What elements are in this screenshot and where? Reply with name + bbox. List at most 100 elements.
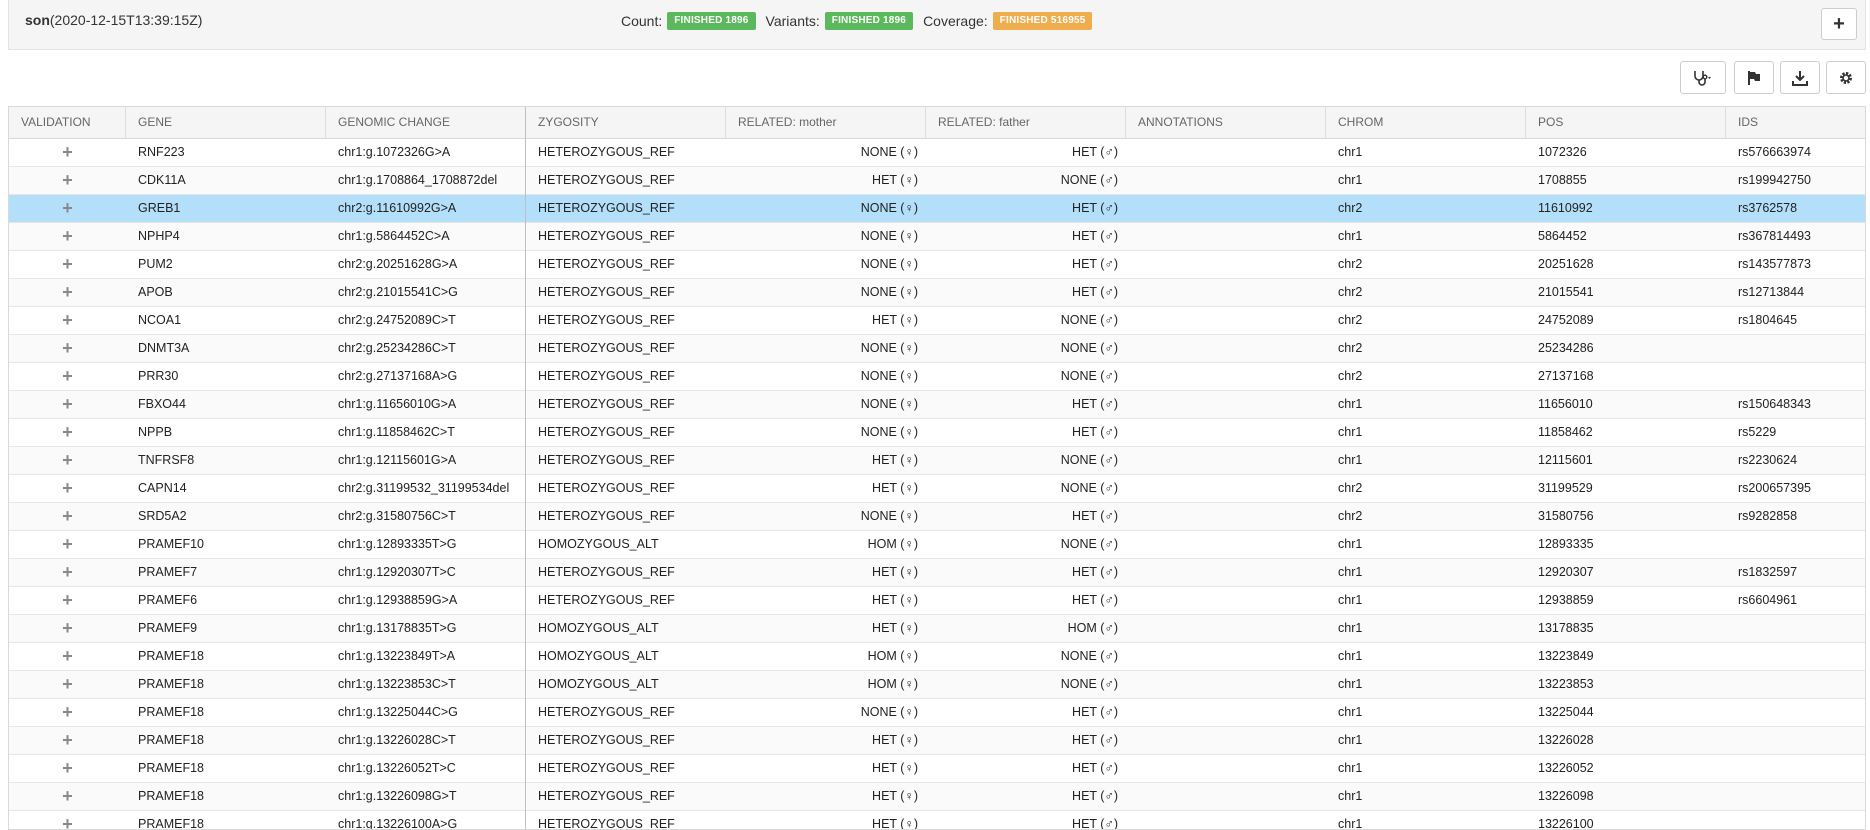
expand-row-icon[interactable]: +: [9, 587, 126, 614]
expand-row-icon[interactable]: +: [9, 755, 126, 782]
table-row[interactable]: + CDK11A chr1:g.1708864_1708872del HETEROZY…: [9, 167, 1865, 195]
column-header-zygosity[interactable]: ZYGOSITY: [526, 107, 726, 138]
expand-row-icon[interactable]: +: [9, 307, 126, 334]
column-header-pos[interactable]: POS: [1526, 107, 1726, 138]
expand-row-icon[interactable]: +: [9, 503, 126, 530]
table-row[interactable]: + PRR30 chr2:g.27137168A>G HETEROZYGOUS_REF…: [9, 363, 1865, 391]
table-row[interactable]: + PRAMEF7 chr1:g.12920307T>C HETEROZYGOUS_R…: [9, 559, 1865, 587]
expand-row-icon[interactable]: +: [9, 335, 126, 362]
expand-row-icon[interactable]: +: [9, 419, 126, 446]
settings-button[interactable]: [1826, 61, 1866, 94]
table-row[interactable]: + PRAMEF18 chr1:g.13226100A>G HETEROZYGOUS_…: [9, 811, 1865, 830]
expand-row-icon[interactable]: +: [9, 531, 126, 558]
table-row[interactable]: + APOB chr2:g.21015541C>G HETEROZYGOUS_REF N…: [9, 279, 1865, 307]
cell-zygosity: HETEROZYGOUS_REF: [538, 565, 675, 579]
table-row[interactable]: + FBXO44 chr1:g.11656010G>A HETEROZYGOUS_RE…: [9, 391, 1865, 419]
cell-chrom: chr1: [1338, 733, 1363, 747]
flag-button[interactable]: [1734, 61, 1774, 94]
column-header-ids[interactable]: IDS: [1726, 107, 1865, 138]
table-row[interactable]: + PRAMEF6 chr1:g.12938859G>A HETEROZYGOUS_R…: [9, 587, 1865, 615]
cell-ids: rs200657395: [1738, 481, 1811, 495]
table-row[interactable]: + PRAMEF18 chr1:g.13226052T>C HETEROZYGOUS_…: [9, 755, 1865, 783]
table-row[interactable]: + PRAMEF18 chr1:g.13226028C>T HETEROZYGOUS_…: [9, 727, 1865, 755]
expand-row-icon[interactable]: +: [9, 699, 126, 726]
column-header-annotations[interactable]: ANNOTATIONS: [1126, 107, 1326, 138]
expand-row-icon[interactable]: +: [9, 559, 126, 586]
table-row[interactable]: + PRAMEF18 chr1:g.13225044C>G HETEROZYGOUS_…: [9, 699, 1865, 727]
stethoscope-dropdown-button[interactable]: [1680, 61, 1726, 94]
cell-related-mother: HET (♀): [872, 761, 918, 775]
cell-genomic-change: chr2:g.31199532_31199534del: [338, 481, 510, 495]
cell-gene: SRD5A2: [138, 509, 187, 523]
expand-row-icon[interactable]: +: [9, 727, 126, 754]
expand-row-icon[interactable]: +: [9, 671, 126, 698]
variants-table: VALIDATION GENE GENOMIC CHANGE ZYGOSITY …: [8, 106, 1866, 830]
expand-row-icon[interactable]: +: [9, 783, 126, 810]
column-header-related-father[interactable]: RELATED: father: [926, 107, 1126, 138]
cell-annotations: [1126, 391, 1326, 418]
table-row[interactable]: + NPHP4 chr1:g.5864452C>A HETEROZYGOUS_REF N…: [9, 223, 1865, 251]
column-header-related-mother[interactable]: RELATED: mother: [726, 107, 926, 138]
cell-related-mother: NONE (♀): [860, 397, 918, 411]
table-row[interactable]: + TNFRSF8 chr1:g.12115601G>A HETEROZYGOUS_R…: [9, 447, 1865, 475]
cell-chrom: chr1: [1338, 677, 1363, 691]
column-header-chrom[interactable]: CHROM: [1326, 107, 1526, 138]
cell-gene: PRAMEF18: [138, 761, 204, 775]
cell-related-father: HET (♂): [1072, 705, 1118, 719]
cell-genomic-change: chr1:g.11858462C>T: [338, 425, 455, 439]
column-header-genomic-change[interactable]: GENOMIC CHANGE: [326, 107, 526, 138]
expand-row-icon[interactable]: +: [9, 615, 126, 642]
table-row[interactable]: + PRAMEF18 chr1:g.13226098G>T HETEROZYGOUS_…: [9, 783, 1865, 811]
expand-row-icon[interactable]: +: [9, 475, 126, 502]
table-row[interactable]: + NPPB chr1:g.11858462C>T HETEROZYGOUS_REF N…: [9, 419, 1865, 447]
cell-related-father: HET (♂): [1072, 733, 1118, 747]
column-header-validation[interactable]: VALIDATION: [9, 107, 126, 138]
cell-annotations: [1126, 363, 1326, 390]
cell-related-mother: HET (♀): [872, 817, 918, 830]
cell-chrom: chr2: [1338, 313, 1363, 327]
table-row[interactable]: + PRAMEF18 chr1:g.13223849T>A HOMOZYGOUS_AL…: [9, 643, 1865, 671]
table-row[interactable]: + PRAMEF10 chr1:g.12893335T>G HOMOZYGOUS_AL…: [9, 531, 1865, 559]
expand-row-icon[interactable]: +: [9, 643, 126, 670]
table-row[interactable]: + GREB1 chr2:g.11610992G>A HETEROZYGOUS_REF…: [9, 195, 1865, 223]
table-row[interactable]: + PRAMEF18 chr1:g.13223853C>T HOMOZYGOUS_AL…: [9, 671, 1865, 699]
cell-gene: NPHP4: [138, 229, 180, 243]
expand-row-icon[interactable]: +: [9, 447, 126, 474]
cell-annotations: [1126, 755, 1326, 782]
table-row[interactable]: + PUM2 chr2:g.20251628G>A HETEROZYGOUS_REF N…: [9, 251, 1865, 279]
expand-row-icon[interactable]: +: [9, 195, 126, 222]
table-row[interactable]: + DNMT3A chr2:g.25234286C>T HETEROZYGOUS_RE…: [9, 335, 1865, 363]
cell-zygosity: HETEROZYGOUS_REF: [538, 369, 675, 383]
variants-status-badge: FINISHED 1896: [824, 12, 914, 30]
cell-annotations: [1126, 783, 1326, 810]
download-button[interactable]: [1780, 61, 1820, 94]
cell-ids: [1738, 783, 1865, 810]
table-row[interactable]: + SRD5A2 chr2:g.31580756C>T HETEROZYGOUS_RE…: [9, 503, 1865, 531]
expand-row-icon[interactable]: +: [9, 167, 126, 194]
table-row[interactable]: + RNF223 chr1:g.1072326G>A HETEROZYGOUS_REF…: [9, 139, 1865, 167]
table-row[interactable]: + PRAMEF9 chr1:g.13178835T>G HOMOZYGOUS_ALT…: [9, 615, 1865, 643]
column-header-gene[interactable]: GENE: [126, 107, 326, 138]
cell-related-mother: HET (♀): [872, 733, 918, 747]
expand-row-icon[interactable]: +: [9, 223, 126, 250]
cell-related-mother: HET (♀): [872, 789, 918, 803]
download-icon: [1792, 70, 1808, 86]
cell-chrom: chr1: [1338, 453, 1363, 467]
expand-row-icon[interactable]: +: [9, 279, 126, 306]
table-row[interactable]: + CAPN14 chr2:g.31199532_31199534del HETERO…: [9, 475, 1865, 503]
coverage-status-badge: FINISHED 516955: [992, 12, 1093, 30]
cell-ids: [1738, 531, 1865, 558]
table-row[interactable]: + NCOA1 chr2:g.24752089C>T HETEROZYGOUS_REF…: [9, 307, 1865, 335]
expand-row-icon[interactable]: +: [9, 391, 126, 418]
expand-row-icon[interactable]: +: [9, 251, 126, 278]
cell-ids: rs12713844: [1738, 285, 1805, 299]
expand-row-icon[interactable]: +: [9, 811, 126, 829]
expand-row-icon[interactable]: +: [9, 139, 126, 166]
add-button[interactable]: +: [1821, 8, 1857, 40]
cell-related-mother: HET (♀): [872, 621, 918, 635]
cell-related-father: NONE (♂): [1060, 481, 1118, 495]
cell-zygosity: HETEROZYGOUS_REF: [538, 761, 675, 775]
cell-zygosity: HETEROZYGOUS_REF: [538, 285, 675, 299]
cell-ids: rs3762578: [1738, 201, 1798, 215]
expand-row-icon[interactable]: +: [9, 363, 126, 390]
